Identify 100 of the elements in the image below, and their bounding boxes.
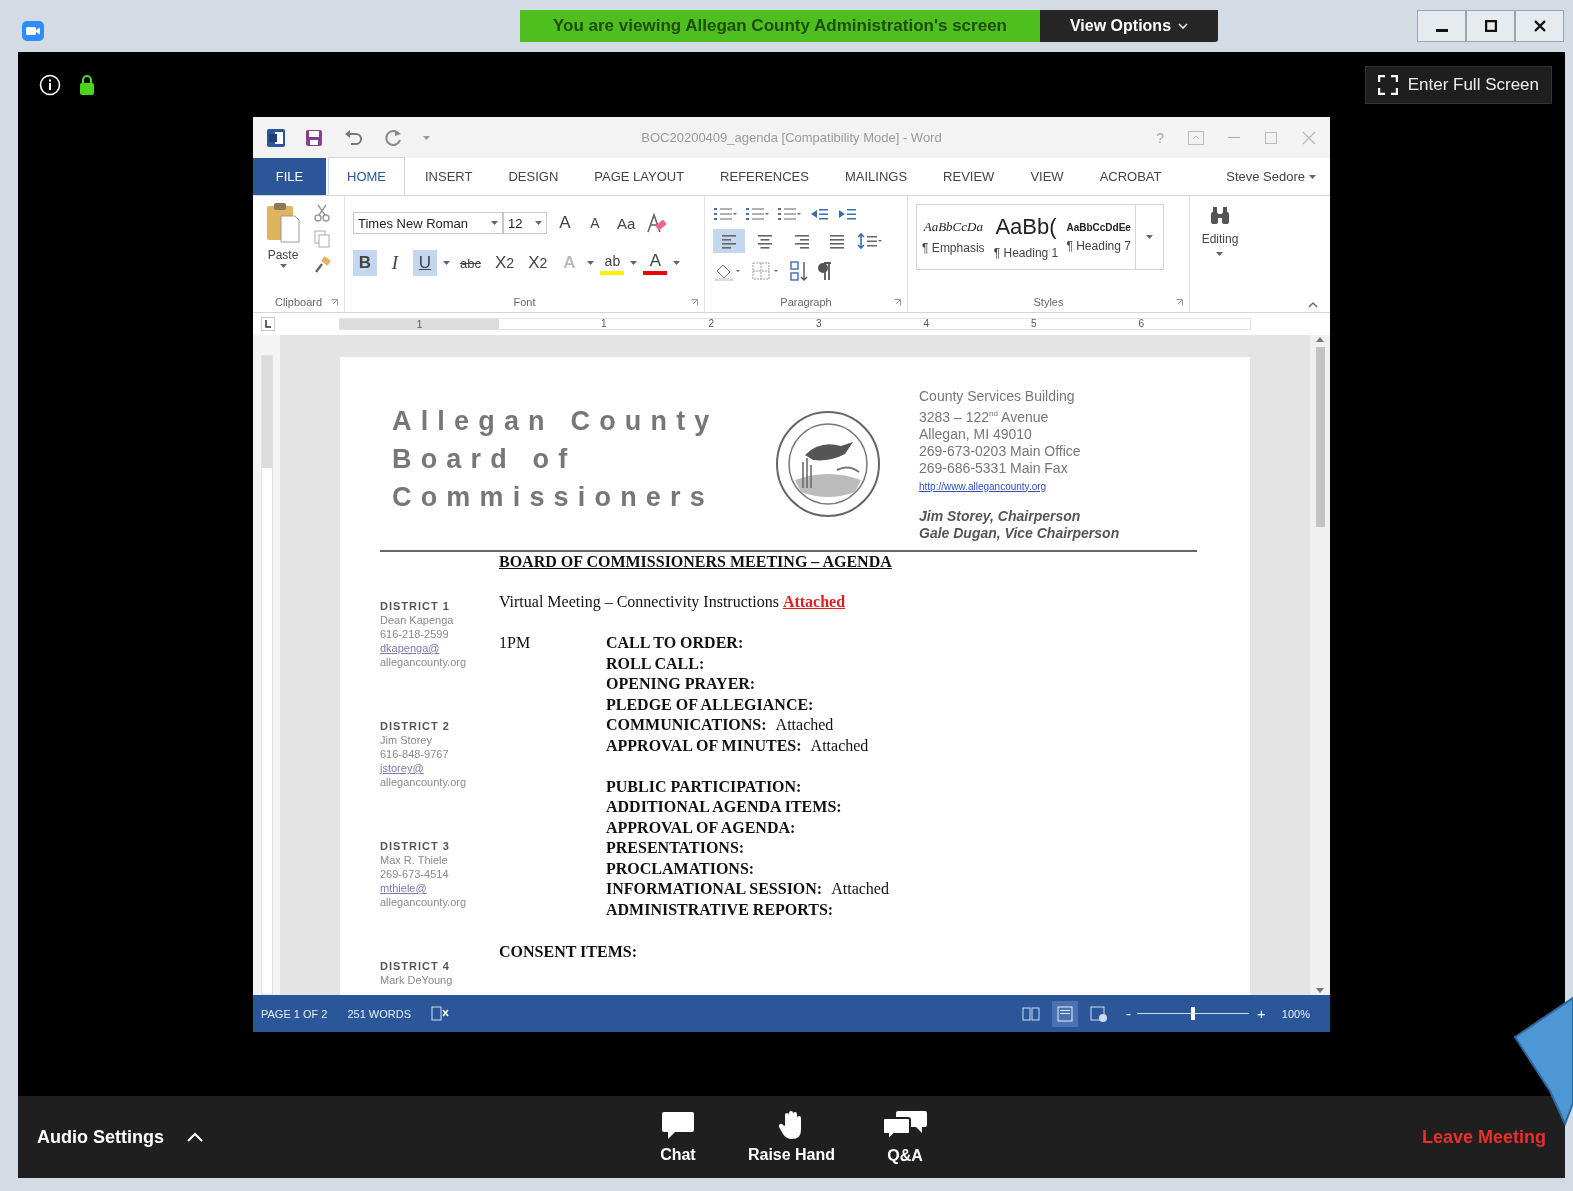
close-button[interactable] [1515,10,1564,42]
style-option[interactable]: AaBb( ¶ Heading 1 [989,205,1063,269]
numbering-icon[interactable] [745,206,769,222]
ribbon-tab[interactable]: MAILINGS [826,158,926,195]
district-contact: 269-673-4514 [380,867,450,881]
paste-button[interactable]: Paste [265,202,301,262]
meeting-time: 1PM [499,633,532,653]
italic-button[interactable]: I [383,250,407,276]
editing-button[interactable]: Editing [1201,202,1239,312]
audio-settings-button[interactable]: Audio Settings [37,1126,164,1148]
email-link[interactable]: mthiele@ [380,882,427,894]
horizontal-ruler[interactable]: 1 1 2 3 4 5 6 [339,318,1251,330]
vertical-scrollbar[interactable] [1310,335,1330,995]
macro-recording-icon[interactable] [431,1005,449,1022]
dialog-launcher-icon[interactable] [331,299,338,306]
district-title: DISTRICT 1 [380,599,451,613]
slider-thumb[interactable] [1191,1007,1196,1020]
ribbon-tab[interactable]: HOME [328,157,405,195]
minimize-button[interactable] [1417,10,1466,42]
dialog-launcher-icon[interactable] [1176,299,1183,306]
color-button[interactable]: A [643,251,668,275]
bold-button[interactable]: B [353,250,377,276]
align-right-icon [793,233,809,249]
style-option[interactable]: AaBbCcDdEe ¶ Heading 7 [1062,205,1135,269]
sort-icon[interactable] [789,260,809,282]
font-size-field[interactable]: 12 [503,212,547,234]
info-icon[interactable] [39,73,61,96]
bullets-icon[interactable] [713,206,737,222]
address-line: 269-673-0203 Main Office [919,442,1082,460]
chat-button[interactable]: Chat [647,1110,708,1164]
leave-meeting-button[interactable]: Leave Meeting [1421,1126,1546,1148]
agenda-item: APPROVAL OF AGENDA: [606,817,796,838]
minimize-icon [1435,29,1448,32]
undo-icon[interactable] [343,128,363,147]
ribbon-tab[interactable]: INSERT [407,158,491,195]
word-count[interactable]: 251 WORDS [347,1007,411,1020]
shrink-button[interactable]: A [583,210,607,236]
email-link[interactable]: dkapenga@ [380,642,440,654]
multilevel-list-icon[interactable] [777,206,801,222]
strike-button[interactable]: abc [456,250,485,276]
group-label: Paragraph [780,296,832,308]
highlight-button[interactable]: ab [600,251,625,275]
qa-button[interactable]: Q&A [875,1109,936,1165]
view-options-button[interactable]: View Options [1040,10,1218,42]
web-page-icon [1090,1005,1109,1022]
ribbon-tab[interactable]: DESIGN [490,158,577,195]
speech-bubbles-icon [882,1109,929,1141]
district-title: DISTRICT 2 [380,719,451,733]
file-tab[interactable]: FILE [253,158,326,195]
district-contact: Jim Storey [380,733,433,747]
website-link[interactable]: http://www.allegancounty.org [919,480,1047,492]
zoom-level[interactable]: 100% [1281,1007,1310,1020]
agenda-item: INFORMATIONAL SESSION: [606,879,823,899]
agenda-item: PUBLIC PARTICIPATION: [606,776,802,797]
enter-full-screen-button[interactable]: Enter Full Screen [1364,65,1552,104]
decrease-indent-icon[interactable] [809,206,829,222]
dialog-launcher-icon[interactable] [894,299,901,306]
clear-formatting-icon[interactable] [645,212,668,234]
case-button[interactable]: Aa [613,210,640,236]
grow-button[interactable]: A [553,210,577,236]
format-painter-icon[interactable] [313,256,331,274]
maximize-button[interactable] [1466,10,1515,42]
email-link[interactable]: jstorey@ [380,762,424,774]
agenda-item: PROCLAMATIONS: [606,858,755,879]
sharing-banner: You are viewing Allegan County Administration's screen [520,10,1040,42]
align-left-button[interactable] [713,229,745,253]
font-name-field[interactable]: Times New Roman [353,212,503,234]
page-count[interactable]: PAGE 1 OF 2 [261,1007,328,1020]
tab-stop-icon[interactable] [261,317,275,331]
line-spacing-icon[interactable] [857,232,883,250]
agenda-item: CALL TO ORDER: [606,633,744,653]
increase-indent-icon[interactable] [837,206,857,222]
ribbon-tab[interactable]: ACROBAT [1081,158,1180,195]
save-icon[interactable] [305,128,323,147]
collapse-ribbon-icon[interactable] [1308,302,1318,308]
scissors-icon[interactable] [313,204,331,222]
address-line: 269-686-5331 Main Fax [919,459,1069,477]
redo-icon[interactable] [383,127,403,148]
ribbon-tab[interactable]: REVIEW [925,158,1013,195]
user-name[interactable]: Steve Sedore [1226,169,1305,184]
ribbon-tab[interactable]: PAGE LAYOUT [576,158,703,195]
caret-icon [279,264,287,268]
attached-link[interactable]: Attached [782,593,846,610]
zoom-out-button[interactable]: - [1126,1005,1132,1022]
show-formatting-marks-icon[interactable] [817,261,833,281]
underline-button[interactable]: U [413,250,437,276]
agenda-item: OPENING PRAYER: [606,674,756,694]
document-app-icon [267,128,285,147]
hand-button[interactable]: Raise Hand [747,1110,836,1164]
print-view-button[interactable] [1052,1000,1079,1027]
zoom-in-button[interactable]: + [1257,1005,1266,1022]
style-option[interactable]: AaBbCcDa ¶ Emphasis [917,205,990,269]
agenda-item: COMMUNICATIONS: [606,715,767,735]
ribbon-tab[interactable]: VIEW [1012,158,1082,195]
dialog-launcher-icon[interactable] [691,299,698,306]
group-label: Clipboard [274,296,323,308]
chevron-up-icon[interactable] [186,1131,204,1143]
lock-icon[interactable] [79,73,95,96]
ribbon-tab[interactable]: REFERENCES [702,158,827,195]
scroll-thumb[interactable] [1315,347,1325,527]
